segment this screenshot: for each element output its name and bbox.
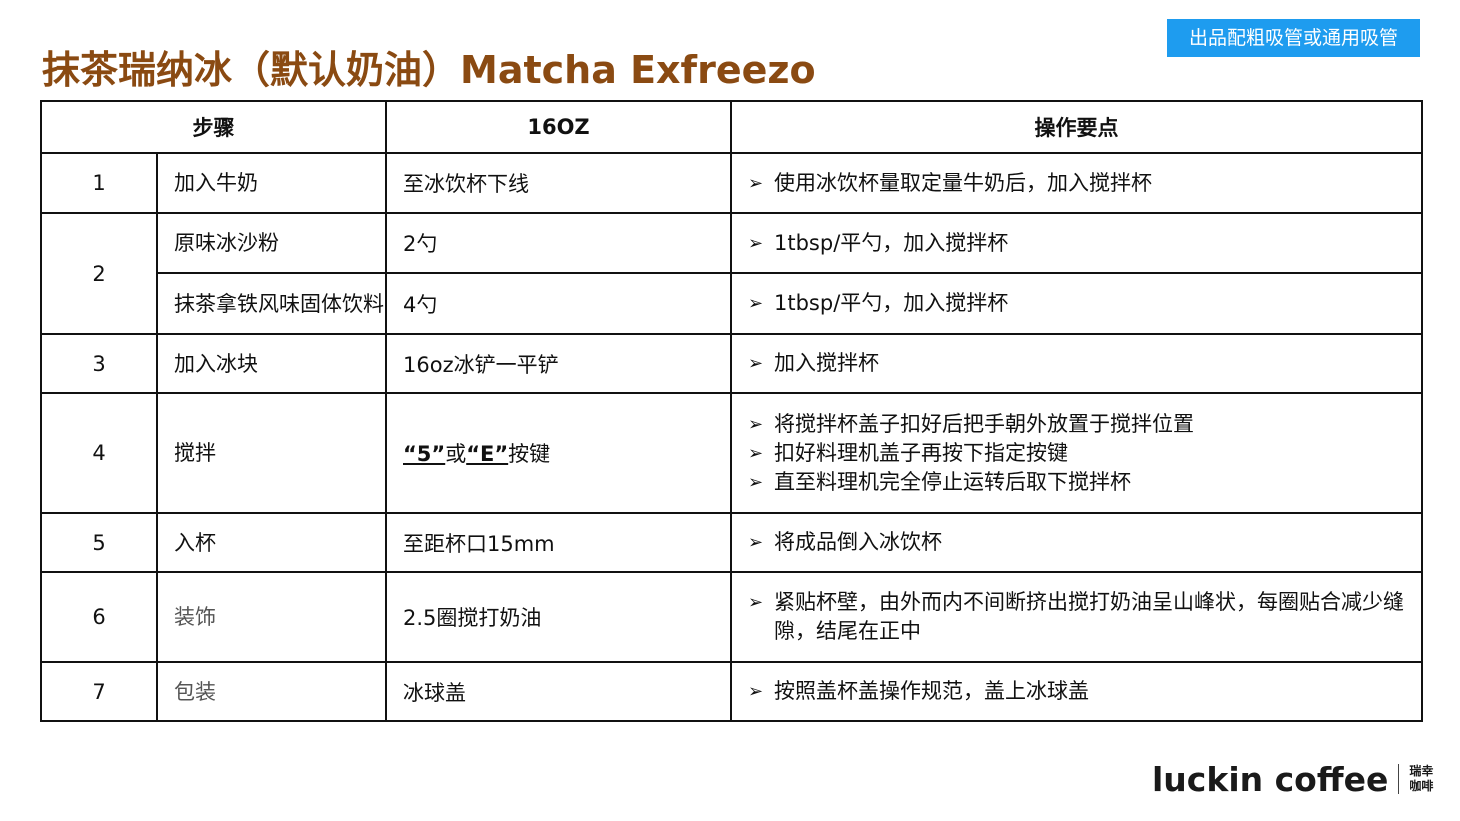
step-number: 3 [40, 333, 158, 394]
step-amount: 2.5圈搅打奶油 [385, 571, 732, 663]
arrow-bullet-icon: ➢ [748, 172, 764, 194]
step-notes: ➢ 使用冰饮杯量取定量牛奶后，加入搅拌杯 [730, 152, 1423, 214]
note-text: 将成品倒入冰饮杯 [774, 530, 942, 554]
note-text: 1tbsp/平勺，加入搅拌杯 [774, 291, 1009, 315]
step-item: 入杯 [156, 512, 387, 573]
arrow-bullet-icon: ➢ [748, 353, 764, 374]
step-amount: 至冰饮杯下线 [385, 152, 732, 214]
table-row: 抹茶拿铁风味固体饮料 4勺 ➢ 1tbsp/平勺，加入搅拌杯 [41, 272, 1423, 335]
step-notes: ➢ 将搅拌杯盖子扣好后把手朝外放置于搅拌位置 ➢ 扣好料理机盖子再按下指定按键 ➢ 直… [730, 392, 1423, 514]
arrow-bullet-icon: ➢ [748, 532, 764, 553]
logo-wordmark: luckin coffee [1152, 759, 1389, 799]
header-size: 16OZ [385, 100, 732, 154]
arrow-bullet-icon: ➢ [748, 681, 764, 702]
note-text: 扣好料理机盖子再按下指定按键 [774, 440, 1068, 465]
note-text: 加入搅拌杯 [774, 351, 879, 375]
step-amount: 2勺 [385, 212, 732, 274]
step-item: 装饰 [156, 571, 387, 663]
arrow-bullet-icon: ➢ [748, 232, 764, 254]
note-text: 紧贴杯壁，由外而内不间断挤出搅打奶油呈山峰状，每圈贴合减少缝隙，结尾在正中 [774, 590, 1404, 643]
step-notes: ➢ 紧贴杯壁，由外而内不间断挤出搅打奶油呈山峰状，每圈贴合减少缝隙，结尾在正中 [730, 571, 1423, 663]
or-label: 或 [445, 442, 467, 466]
table-row: 6 装饰 2.5圈搅打奶油 ➢ 紧贴杯壁，由外而内不间断挤出搅打奶油呈山峰状，每圈… [40, 571, 1423, 663]
step-item: 包装 [156, 661, 387, 722]
key-suffix: 按键 [508, 442, 551, 466]
header-notes: 操作要点 [730, 100, 1423, 154]
step-number: 7 [40, 661, 158, 722]
arrow-bullet-icon: ➢ [748, 442, 764, 464]
step-item: 抹茶拿铁风味固体饮料 [156, 272, 387, 335]
step-notes: ➢ 加入搅拌杯 [730, 333, 1423, 394]
table-header-row: 步骤 16OZ 操作要点 [40, 100, 1423, 154]
step-number: 6 [40, 571, 158, 663]
step-number: 5 [40, 512, 158, 573]
step-notes: ➢ 将成品倒入冰饮杯 [730, 512, 1423, 573]
logo-chinese: 瑞幸 咖啡 [1409, 764, 1433, 794]
step-amount: 冰球盖 [385, 661, 732, 722]
table-row: 3 加入冰块 16oz冰铲一平铲 ➢ 加入搅拌杯 [40, 333, 1423, 394]
step-amount: 16oz冰铲一平铲 [385, 333, 732, 394]
arrow-bullet-icon: ➢ [748, 293, 764, 314]
note-text: 按照盖杯盖操作规范，盖上冰球盖 [774, 679, 1089, 703]
step-notes: ➢ 按照盖杯盖操作规范，盖上冰球盖 [730, 661, 1423, 722]
key-5-label: “5” [403, 442, 446, 466]
step-amount: 至距杯口15mm [385, 512, 732, 573]
arrow-bullet-icon: ➢ [748, 592, 764, 613]
step-item: 搅拌 [156, 392, 387, 514]
key-e-label: “E” [466, 442, 509, 466]
note-text: 直至料理机完全停止运转后取下搅拌杯 [774, 469, 1131, 494]
step-item: 加入冰块 [156, 333, 387, 394]
step-number: 2 [40, 212, 158, 335]
luckin-logo: luckin coffee 瑞幸 咖啡 [1152, 756, 1433, 802]
header-step: 步骤 [40, 100, 387, 154]
table-row: 5 入杯 至距杯口15mm ➢ 将成品倒入冰饮杯 [40, 512, 1423, 573]
step-number: 4 [40, 392, 158, 514]
table-row: 4 搅拌 “5”或“E”按键 ➢ 将搅拌杯盖子扣好后把手朝外放置于搅拌位置 ➢ 扣好… [40, 392, 1423, 514]
table-row: 7 包装 冰球盖 ➢ 按照盖杯盖操作规范，盖上冰球盖 [40, 661, 1423, 722]
step-notes: ➢ 1tbsp/平勺，加入搅拌杯 [730, 212, 1423, 274]
straw-badge: 出品配粗吸管或通用吸管 [1167, 19, 1420, 57]
logo-cn-line1: 瑞幸 [1409, 764, 1434, 778]
page-title: 抹茶瑞纳冰（默认奶油）Matcha Exfreezo [42, 48, 816, 92]
note-text: 使用冰饮杯量取定量牛奶后，加入搅拌杯 [774, 170, 1152, 195]
table-row: 1 加入牛奶 至冰饮杯下线 ➢ 使用冰饮杯量取定量牛奶后，加入搅拌杯 [40, 152, 1423, 214]
logo-divider [1398, 764, 1400, 794]
note-text: 1tbsp/平勺，加入搅拌杯 [774, 230, 1009, 255]
arrow-bullet-icon: ➢ [748, 413, 764, 435]
step-notes: ➢ 1tbsp/平勺，加入搅拌杯 [730, 272, 1423, 335]
step-amount: “5”或“E”按键 [385, 392, 732, 514]
step-item: 加入牛奶 [156, 152, 387, 214]
step-number: 1 [40, 152, 158, 214]
step-amount: 4勺 [385, 272, 732, 335]
arrow-bullet-icon: ➢ [748, 471, 764, 493]
table-row: 2 原味冰沙粉 2勺 ➢ 1tbsp/平勺，加入搅拌杯 [40, 212, 1423, 335]
logo-cn-line2: 咖啡 [1409, 779, 1434, 793]
step-item: 原味冰沙粉 [156, 212, 387, 274]
recipe-table: 步骤 16OZ 操作要点 1 加入牛奶 至冰饮杯下线 ➢ 使用冰饮杯量取定量牛奶后… [40, 100, 1423, 722]
note-text: 将搅拌杯盖子扣好后把手朝外放置于搅拌位置 [774, 411, 1194, 436]
